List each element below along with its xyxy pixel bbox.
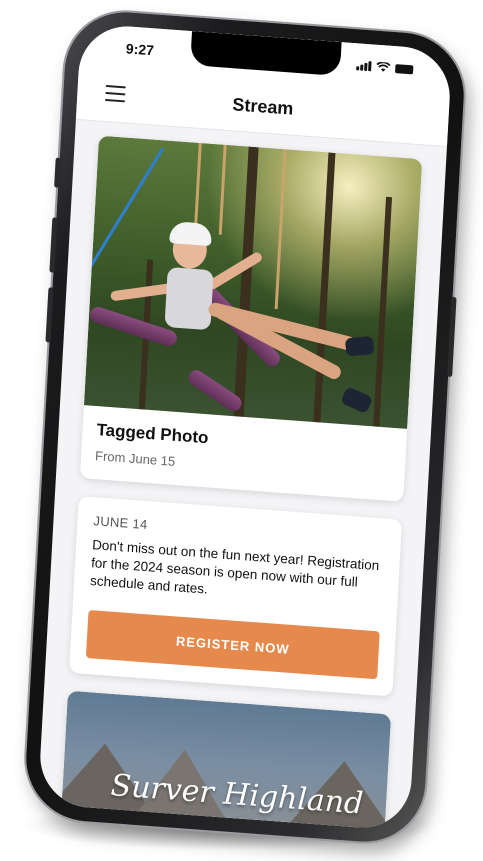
- helmet: [169, 221, 213, 247]
- mockup-stage: 9:27 Stream Tagged Photo From June 15 JU…: [0, 0, 483, 861]
- post-text: Don't miss out on the fun next year! Reg…: [89, 537, 380, 597]
- register-now-button[interactable]: REGISTER NOW: [85, 610, 380, 680]
- hamburger-menu-icon[interactable]: [104, 84, 126, 103]
- battery-icon: [395, 63, 414, 74]
- phone-device: 9:27 Stream Tagged Photo From June 15 JU…: [22, 7, 468, 847]
- status-time: 9:27: [125, 40, 155, 59]
- stream-feed[interactable]: Tagged Photo From June 15 JUNE 14 Don't …: [38, 120, 447, 832]
- phone-screen: 9:27 Stream Tagged Photo From June 15 JU…: [37, 22, 453, 832]
- signal-icon: [356, 60, 372, 72]
- announcement-card: JUNE 14 Don't miss out on the fun next y…: [69, 496, 403, 697]
- child-body: [164, 266, 214, 331]
- status-icons: [356, 60, 414, 74]
- tagged-photo-image[interactable]: [83, 135, 423, 429]
- wifi-icon: [376, 61, 391, 72]
- page-title: Stream: [231, 93, 294, 119]
- tagged-photo-card[interactable]: Tagged Photo From June 15: [79, 135, 423, 502]
